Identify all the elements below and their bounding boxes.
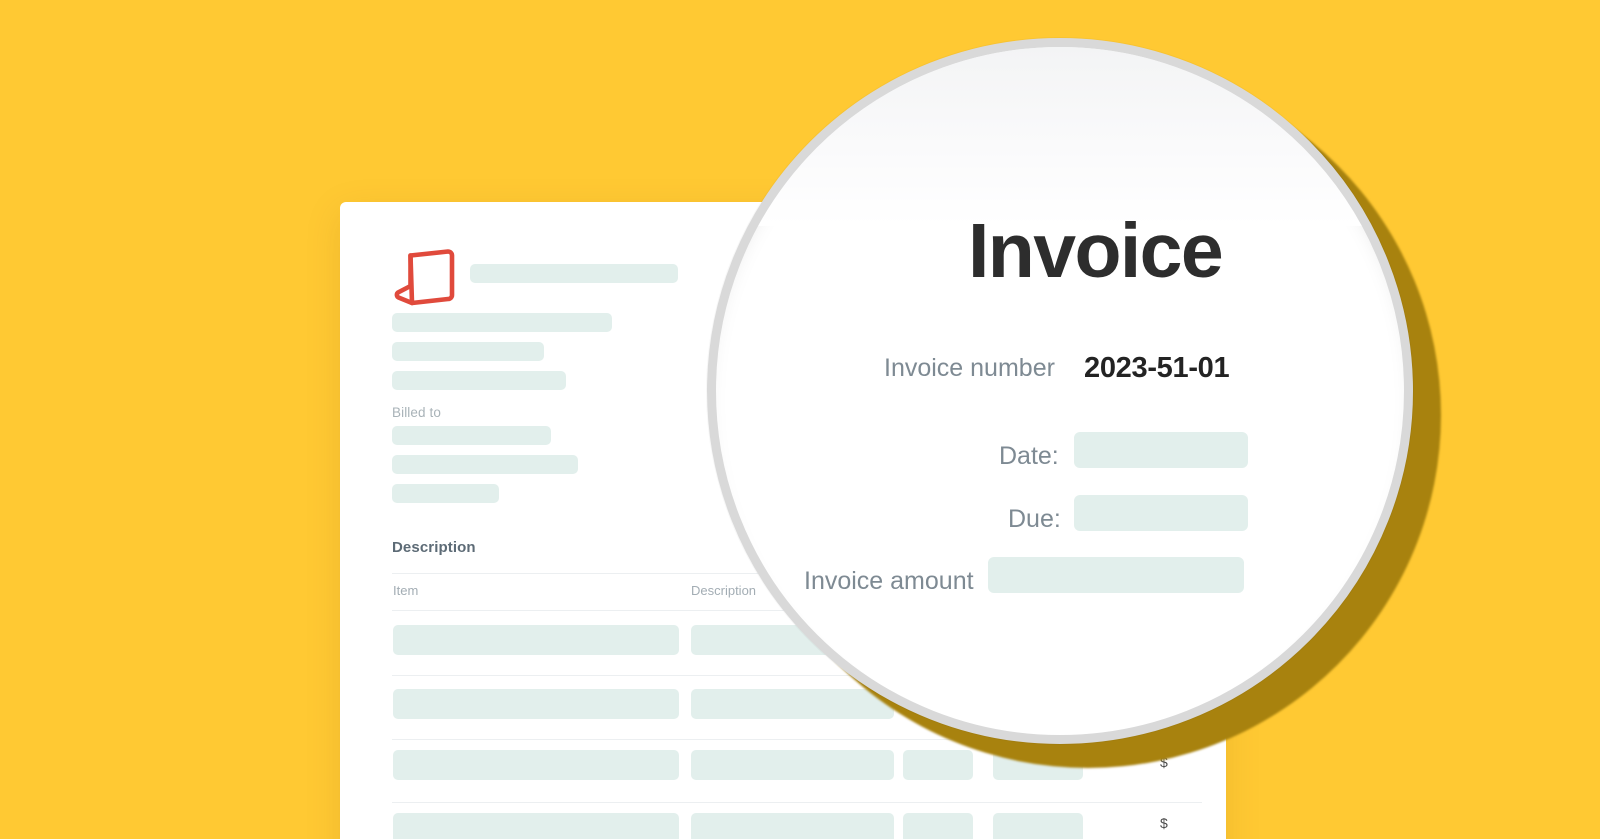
magnifying-glass[interactable]: Invoice Invoice number 2023-51-01 Date: … <box>707 38 1413 744</box>
cell-qty-placeholder <box>903 750 973 780</box>
invoice-amount-field[interactable] <box>988 557 1244 593</box>
due-label: Due: <box>1008 505 1061 533</box>
billed-to-line-1-placeholder <box>392 426 551 445</box>
cell-qty-placeholder <box>903 813 973 839</box>
billed-to-label: Billed to <box>392 405 441 420</box>
cell-description-placeholder <box>691 750 894 780</box>
invoice-number-value: 2023-51-01 <box>1084 352 1230 384</box>
lens-glass-sheen <box>716 47 1404 226</box>
table-row-rule <box>392 802 1202 803</box>
billed-to-line-2-placeholder <box>392 455 578 474</box>
cell-item-placeholder <box>393 625 679 655</box>
cell-description-placeholder <box>691 813 894 839</box>
cell-item-placeholder <box>393 750 679 780</box>
table-header-item: Item <box>393 583 419 598</box>
cell-rate-placeholder <box>993 813 1083 839</box>
description-heading: Description <box>392 539 476 556</box>
date-label: Date: <box>999 442 1059 470</box>
invoice-title: Invoice <box>968 208 1224 294</box>
sender-line-2-placeholder <box>392 342 544 361</box>
cell-amount-currency: $ <box>1160 815 1168 831</box>
sender-line-1-placeholder <box>392 313 612 332</box>
invoice-number-label: Invoice number <box>884 354 1055 382</box>
invoice-amount-label: Invoice amount <box>804 567 974 595</box>
billed-to-line-3-placeholder <box>392 484 499 503</box>
due-field[interactable] <box>1074 495 1248 531</box>
folded-page-logo-icon <box>392 246 456 308</box>
date-field[interactable] <box>1074 432 1248 468</box>
cell-item-placeholder <box>393 813 679 839</box>
illustration-canvas: Billed to Description Item Description $… <box>0 0 1600 839</box>
sender-line-3-placeholder <box>392 371 566 390</box>
cell-item-placeholder <box>393 689 679 719</box>
company-name-placeholder <box>470 264 678 283</box>
magnifier-lens-content: Invoice Invoice number 2023-51-01 Date: … <box>716 47 1404 735</box>
